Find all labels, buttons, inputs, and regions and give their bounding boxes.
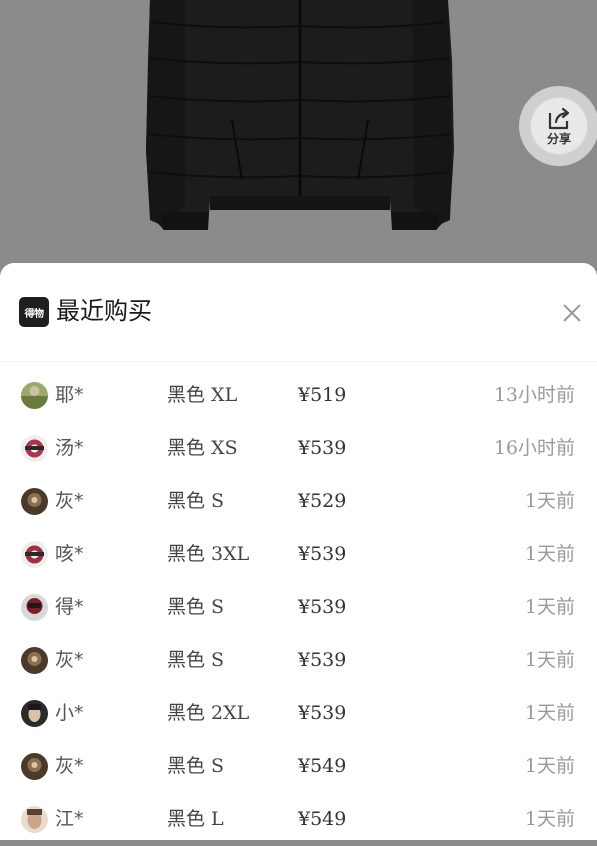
purchase-row: 江* 黑色 L ¥549 1天前 (0, 793, 597, 846)
share-button[interactable]: 分享 (519, 86, 597, 166)
purchase-row: 灰* 黑色 S ¥539 1天前 (0, 634, 597, 687)
variant: 黑色 S (167, 490, 225, 512)
buyer-name: 灰* (55, 649, 84, 671)
variant: 黑色 3XL (167, 543, 250, 565)
jacket-image (146, 0, 454, 230)
purchase-time: 1天前 (524, 596, 575, 618)
share-icon (548, 107, 570, 129)
price: ¥539 (298, 649, 347, 671)
buyer-name: 耶* (55, 384, 84, 406)
purchase-row: 得* 黑色 S ¥539 1天前 (0, 581, 597, 634)
avatar (21, 488, 48, 515)
purchase-time: 16小时前 (493, 437, 575, 459)
recent-purchases-sheet: 得物 最近购买 耶* 黑色 XL ¥519 13小时前 汤* 黑色 XS ¥53… (0, 263, 597, 840)
purchase-time: 1天前 (524, 808, 575, 830)
price: ¥539 (298, 596, 347, 618)
buyer-name: 灰* (55, 490, 84, 512)
variant: 黑色 2XL (167, 702, 250, 724)
avatar (21, 753, 48, 780)
price: ¥539 (298, 543, 347, 565)
sheet-header: 得物 最近购买 (0, 263, 597, 362)
buyer-name: 小* (55, 702, 84, 724)
brand-logo: 得物 (19, 297, 49, 327)
purchase-row: 咳* 黑色 3XL ¥539 1天前 (0, 528, 597, 581)
variant: 黑色 XS (167, 437, 238, 459)
purchase-row: 耶* 黑色 XL ¥519 13小时前 (0, 369, 597, 422)
buyer-name: 灰* (55, 755, 84, 777)
product-image: 分享 (0, 0, 597, 290)
avatar (21, 806, 48, 833)
purchase-row: 灰* 黑色 S ¥529 1天前 (0, 475, 597, 528)
purchase-time: 1天前 (524, 702, 575, 724)
price: ¥549 (298, 808, 347, 830)
avatar (21, 700, 48, 727)
avatar (21, 647, 48, 674)
avatar (21, 594, 48, 621)
variant: 黑色 XL (167, 384, 238, 406)
variant: 黑色 L (167, 808, 224, 830)
price: ¥549 (298, 755, 347, 777)
buyer-name: 汤* (55, 437, 84, 459)
close-icon (563, 304, 581, 322)
purchase-row: 小* 黑色 2XL ¥539 1天前 (0, 687, 597, 740)
close-button[interactable] (556, 297, 588, 329)
purchase-time: 1天前 (524, 490, 575, 512)
variant: 黑色 S (167, 596, 225, 618)
purchase-row: 汤* 黑色 XS ¥539 16小时前 (0, 422, 597, 475)
purchase-time: 1天前 (524, 543, 575, 565)
price: ¥539 (298, 437, 347, 459)
avatar (21, 541, 48, 568)
variant: 黑色 S (167, 649, 225, 671)
price: ¥539 (298, 702, 347, 724)
buyer-name: 得* (55, 596, 84, 618)
price: ¥529 (298, 490, 347, 512)
avatar (21, 435, 48, 462)
purchase-time: 1天前 (524, 649, 575, 671)
purchase-time: 13小时前 (493, 384, 575, 406)
sheet-title: 最近购买 (56, 297, 152, 325)
buyer-name: 咳* (55, 543, 84, 565)
purchase-row: 灰* 黑色 S ¥549 1天前 (0, 740, 597, 793)
buyer-name: 江* (55, 808, 84, 830)
share-label: 分享 (546, 131, 571, 146)
purchase-list: 耶* 黑色 XL ¥519 13小时前 汤* 黑色 XS ¥539 16小时前 … (0, 369, 597, 846)
variant: 黑色 S (167, 755, 225, 777)
purchase-time: 1天前 (524, 755, 575, 777)
share-button-inner: 分享 (530, 97, 588, 155)
avatar (21, 382, 48, 409)
price: ¥519 (298, 384, 347, 406)
